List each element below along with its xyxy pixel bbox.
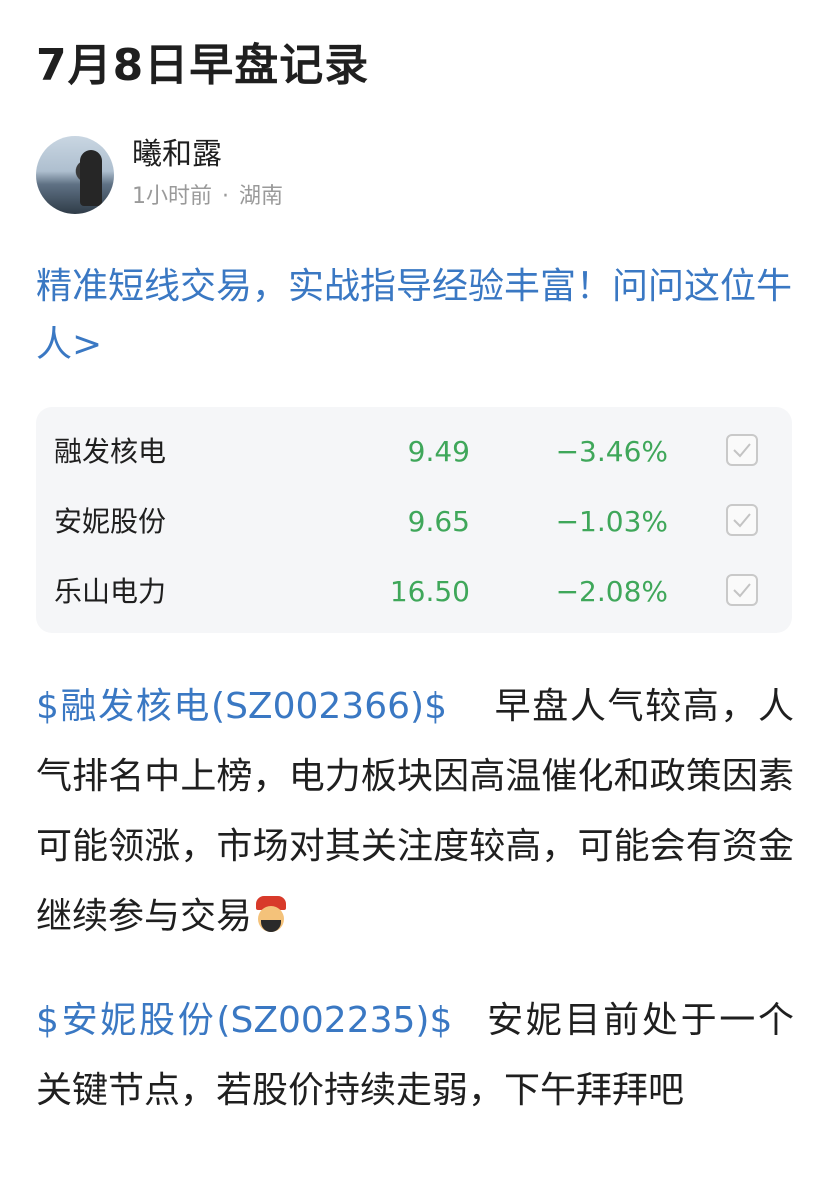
- stock-row[interactable]: 安妮股份 9.65 −1.03%: [36, 485, 792, 555]
- post-paragraph: $融发核电(SZ002366)$ 早盘人气较高，人气排名中上榜，电力板块因高温催化…: [36, 672, 794, 952]
- author-name[interactable]: 曦和露: [132, 136, 222, 174]
- check-icon[interactable]: [726, 574, 758, 606]
- stock-price: 9.49: [407, 435, 470, 468]
- stock-tag-link[interactable]: $融发核电(SZ002366)$: [36, 686, 447, 727]
- meta-separator: ·: [222, 184, 229, 209]
- stock-tag-link[interactable]: $安妮股份(SZ002235)$: [36, 1000, 452, 1041]
- stock-change: −3.46%: [555, 435, 668, 468]
- stock-card: 融发核电 9.49 −3.46% 安妮股份 9.65 −1.03% 乐山电力 1…: [36, 407, 792, 633]
- check-icon[interactable]: [726, 504, 758, 536]
- post-location: 湖南: [239, 184, 284, 209]
- stock-row[interactable]: 乐山电力 16.50 −2.08%: [36, 555, 792, 625]
- post-meta: 1小时前 · 湖南: [132, 182, 283, 212]
- stock-price: 16.50: [389, 575, 470, 608]
- author-row[interactable]: 曦和露 1小时前 · 湖南: [36, 136, 796, 216]
- stock-change: −1.03%: [555, 505, 668, 538]
- god-of-wealth-emoji-icon: [252, 896, 290, 936]
- avatar-figure: [80, 150, 102, 206]
- stock-name[interactable]: 乐山电力: [54, 575, 166, 609]
- stock-name[interactable]: 融发核电: [54, 435, 166, 469]
- post-paragraph: $安妮股份(SZ002235)$ 安妮目前处于一个关键节点，若股价持续走弱，下午拜…: [36, 986, 794, 1126]
- avatar[interactable]: [36, 136, 114, 214]
- check-icon[interactable]: [726, 434, 758, 466]
- post-time: 1小时前: [132, 184, 212, 209]
- promo-link[interactable]: 精准短线交易，实战指导经验丰富！问问这位牛人>: [36, 258, 796, 374]
- stock-change: −2.08%: [555, 575, 668, 608]
- stock-name[interactable]: 安妮股份: [54, 505, 166, 539]
- stock-row[interactable]: 融发核电 9.49 −3.46%: [36, 415, 792, 485]
- post-title: 7月8日早盘记录: [36, 40, 370, 91]
- stock-price: 9.65: [407, 505, 470, 538]
